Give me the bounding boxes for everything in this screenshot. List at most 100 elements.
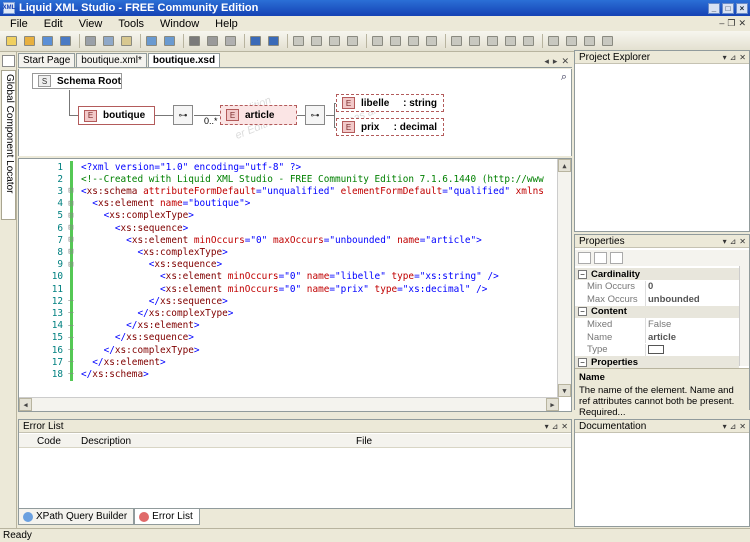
panel-close-icon[interactable]: ✕ [739, 53, 746, 62]
search-icon[interactable] [582, 34, 597, 48]
panel-menu-icon[interactable]: ▾ [723, 53, 727, 62]
element-node-article[interactable]: E article [220, 105, 297, 125]
tab-scroll-left-icon[interactable]: ◂ [544, 56, 549, 67]
code-line[interactable]: 11 <xs:element minOccurs="0" name="prix"… [19, 283, 488, 295]
menu-edit[interactable]: Edit [34, 18, 69, 30]
property-row[interactable]: Type [575, 343, 739, 356]
undo-icon[interactable] [144, 34, 159, 48]
attribute-icon[interactable] [503, 34, 518, 48]
element-icon[interactable] [370, 34, 385, 48]
collapse-icon[interactable]: ⊟ [65, 211, 77, 221]
attribute-icon[interactable] [449, 34, 464, 48]
mdi-close-icon[interactable]: ✕ [738, 18, 746, 29]
collapse-icon[interactable]: − [578, 307, 587, 317]
mdi-minimize-icon[interactable]: – [719, 18, 724, 29]
code-line[interactable]: 18– </xs:schema> [19, 368, 149, 380]
schema-tree-icon[interactable] [309, 34, 324, 48]
code-line[interactable]: 4 ⊟ <xs:element name="boutique"> [19, 198, 250, 210]
col-description[interactable]: Description [81, 436, 131, 447]
panel-close-icon[interactable]: ✕ [739, 422, 746, 431]
tab-boutique-xml[interactable]: boutique.xml* [76, 53, 147, 67]
property-pages-icon[interactable] [610, 252, 623, 264]
code-line[interactable]: 3 ⊟ <xs:schema attributeFormDefault="unqua… [19, 185, 544, 197]
mdi-restore-icon[interactable]: ❐ [727, 18, 735, 29]
tab-start-page[interactable]: Start Page [18, 53, 76, 67]
panel-menu-icon[interactable]: ▾ [545, 422, 549, 431]
redo-icon[interactable] [162, 34, 177, 48]
copy-icon[interactable] [101, 34, 116, 48]
editor-vertical-scrollbar[interactable]: ▲ ▼ [557, 159, 571, 397]
tab-error-list[interactable]: Error List [134, 509, 200, 525]
col-file[interactable]: File [356, 436, 372, 447]
property-row[interactable]: Min Occurs 0 [575, 280, 739, 293]
schema-tree-icon[interactable] [345, 34, 360, 48]
back-icon[interactable] [248, 34, 263, 48]
tab-scroll-right-icon[interactable]: ▸ [553, 56, 558, 67]
menu-window[interactable]: Window [150, 18, 205, 30]
xml-icon[interactable] [564, 34, 579, 48]
code-line[interactable]: 6 ⊟ <xs:sequence> [19, 222, 188, 234]
property-category[interactable]: − Properties [575, 356, 739, 369]
panel-pin-icon[interactable]: ⊿ [730, 53, 737, 62]
property-row[interactable]: Name article [575, 331, 739, 344]
attribute-icon[interactable] [467, 34, 482, 48]
tab-boutique-xsd[interactable]: boutique.xsd [147, 53, 221, 67]
scroll-left-icon[interactable]: ◀ [19, 398, 32, 411]
code-line[interactable]: 2 <!--Created with Liquid XML Studio - FR… [19, 173, 543, 185]
code-line[interactable]: 8 ⊟ <xs:complexType> [19, 246, 227, 258]
tab-global-component-locator[interactable]: Global Component Locator [1, 70, 16, 220]
schema-root-node[interactable]: S Schema Root [32, 73, 122, 89]
panel-close-icon[interactable]: ✕ [739, 237, 746, 246]
forward-icon[interactable] [266, 34, 281, 48]
save-all-icon[interactable] [58, 34, 73, 48]
open-folder-icon[interactable] [22, 34, 37, 48]
code-line[interactable]: 1 <?xml version="1.0" encoding="utf-8" ?> [19, 161, 301, 173]
print-icon[interactable] [187, 34, 202, 48]
pin-icon[interactable] [2, 55, 15, 67]
col-code[interactable]: Code [37, 436, 61, 447]
sequence-icon[interactable]: ⊶ [305, 105, 325, 125]
property-value[interactable]: article [645, 331, 676, 344]
close-button[interactable]: × [736, 2, 748, 14]
menu-file[interactable]: File [0, 18, 34, 30]
scroll-up-icon[interactable]: ▲ [558, 159, 571, 172]
code-editor[interactable]: 1 <?xml version="1.0" encoding="utf-8" ?>… [18, 158, 572, 412]
collapse-icon[interactable]: ⊟ [65, 223, 77, 233]
print-preview-icon[interactable] [205, 34, 220, 48]
element-icon[interactable] [388, 34, 403, 48]
panel-menu-icon[interactable]: ▾ [723, 422, 727, 431]
panel-pin-icon[interactable]: ⊿ [730, 237, 737, 246]
scroll-right-icon[interactable]: ▶ [546, 398, 559, 411]
panel-pin-icon[interactable]: ⊿ [552, 422, 559, 431]
element-node-libelle[interactable]: E libelle : string [336, 94, 444, 112]
maximize-button[interactable]: □ [722, 2, 734, 14]
property-row[interactable]: Mixed False [575, 318, 739, 331]
collapse-icon[interactable]: ⊟ [65, 235, 77, 245]
code-line[interactable]: 7 ⊟ <xs:element minOccurs="0" maxOccurs="… [19, 234, 481, 246]
element-node-prix[interactable]: E prix : decimal [336, 118, 444, 136]
properties-scrollbar[interactable] [739, 266, 749, 366]
property-category[interactable]: − Cardinality [575, 268, 739, 281]
property-value[interactable]: unbounded [645, 293, 700, 306]
schema-tree-icon[interactable] [291, 34, 306, 48]
property-value[interactable]: 0 [645, 280, 653, 293]
panel-pin-icon[interactable]: ⊿ [730, 422, 737, 431]
element-node-boutique[interactable]: E boutique [78, 106, 155, 125]
menu-help[interactable]: Help [205, 18, 244, 30]
property-category[interactable]: − Content [575, 305, 739, 319]
new-file-icon[interactable] [4, 34, 19, 48]
collapse-icon[interactable]: ⊟ [65, 199, 77, 209]
schema-tree-icon[interactable] [327, 34, 342, 48]
sequence-icon[interactable]: ⊶ [173, 105, 193, 125]
code-line[interactable]: 10 <xs:element minOccurs="0" name="libel… [19, 271, 499, 283]
collapse-icon[interactable]: ⊟ [65, 260, 77, 270]
code-line[interactable]: 16– </xs:complexType> [19, 344, 200, 356]
categorized-icon[interactable] [578, 252, 591, 264]
property-row[interactable]: Max Occurs unbounded [575, 293, 739, 306]
code-line[interactable]: 13– </xs:complexType> [19, 307, 234, 319]
property-value[interactable] [645, 343, 664, 356]
element-icon[interactable] [406, 34, 421, 48]
property-value[interactable]: False [645, 318, 671, 331]
collapse-icon[interactable]: − [578, 357, 587, 367]
collapse-icon[interactable]: − [578, 269, 587, 279]
